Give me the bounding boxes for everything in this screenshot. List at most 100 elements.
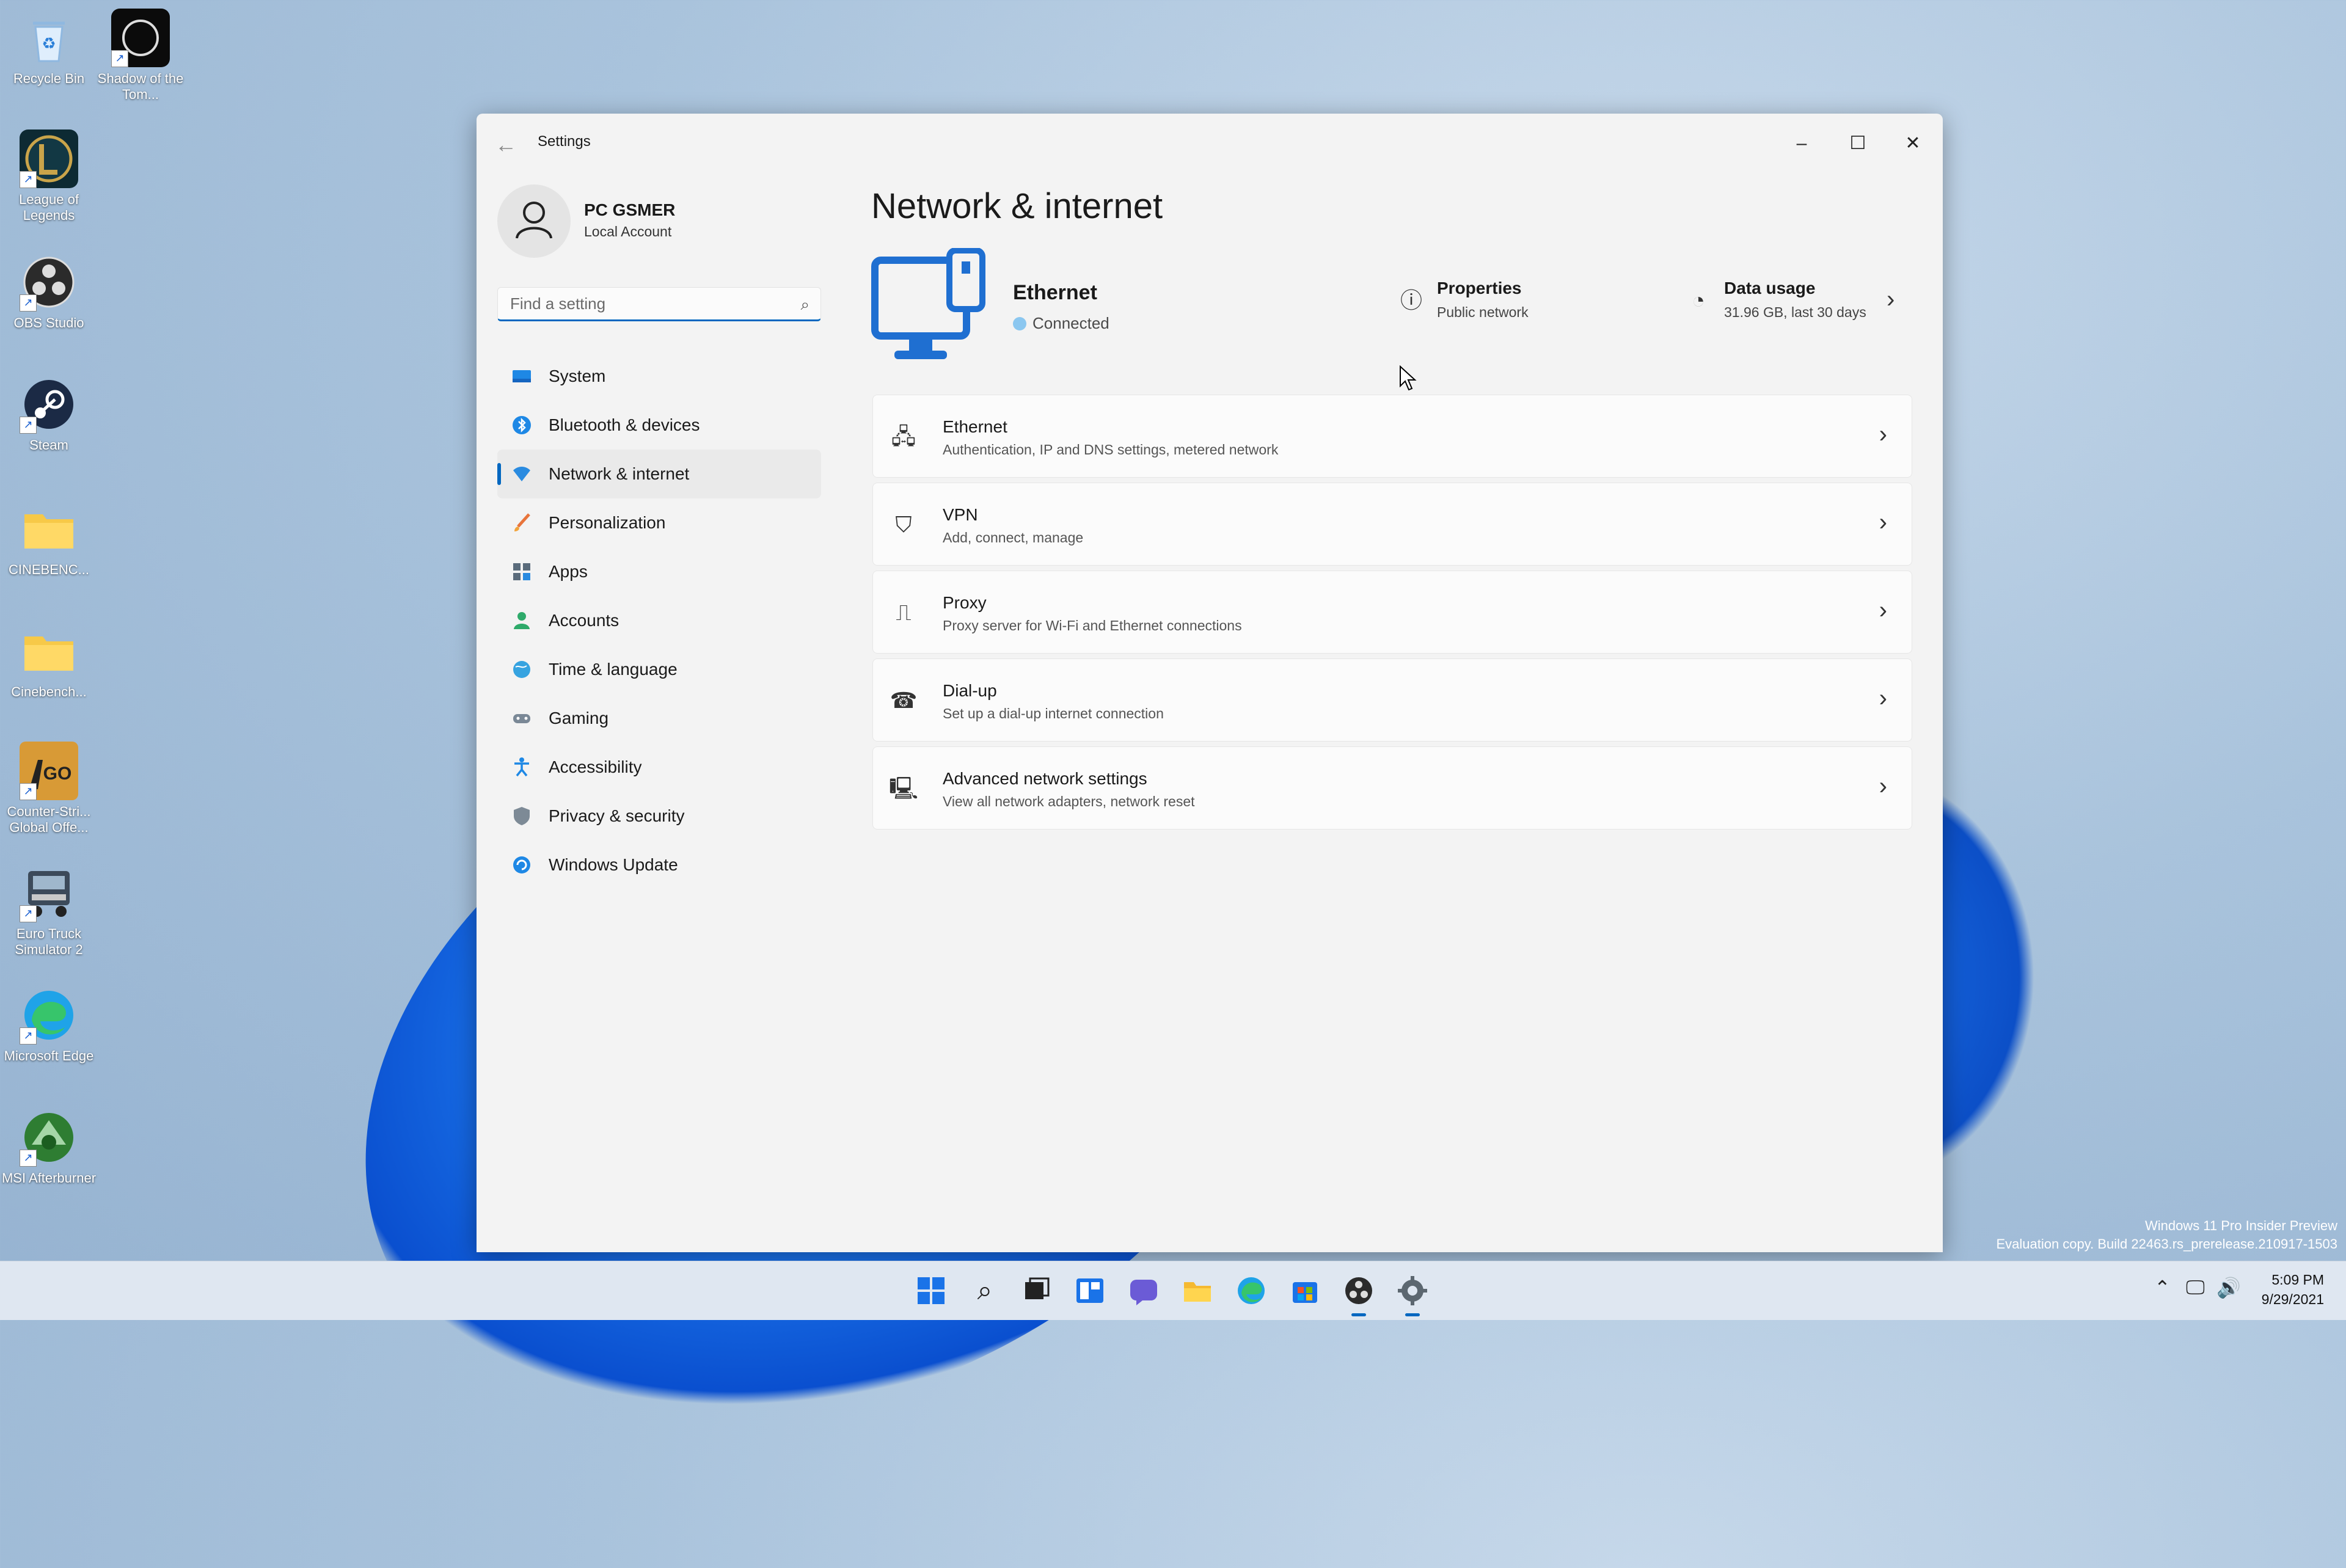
- shortcut-arrow-icon: ↗: [20, 783, 37, 800]
- card-advanced-network[interactable]: 🖳 Advanced network settings View all net…: [872, 746, 1912, 830]
- file-explorer-icon[interactable]: [1180, 1274, 1215, 1308]
- sidebar-item-privacy[interactable]: Privacy & security: [497, 792, 821, 841]
- folder-icon: [20, 622, 78, 680]
- chevron-right-icon: ›: [1887, 286, 1895, 313]
- desktop-icon-edge[interactable]: ↗ Microsoft Edge: [0, 986, 98, 1064]
- teams-chat-icon[interactable]: [1127, 1274, 1161, 1308]
- chevron-right-icon: ›: [1879, 685, 1887, 712]
- desktop-icon-label: Steam: [29, 437, 68, 453]
- task-view-icon[interactable]: [1019, 1274, 1053, 1308]
- desktop-icon-label: League of Legends: [19, 192, 79, 223]
- sidebar-item-label: Apps: [549, 562, 588, 581]
- obs-studio-icon[interactable]: [1342, 1274, 1376, 1316]
- desktop-icon-label: MSI Afterburner: [1, 1170, 97, 1186]
- data-usage-subtitle: 31.96 GB, last 30 days: [1724, 304, 1866, 320]
- ethernet-icon: 🖧: [891, 424, 916, 449]
- desktop-icon-label: Cinebench...: [11, 684, 87, 699]
- avatar[interactable]: [497, 184, 571, 258]
- card-dial-up[interactable]: ☎ Dial-up Set up a dial-up internet conn…: [872, 658, 1912, 742]
- search-input[interactable]: [509, 294, 780, 314]
- maximize-button[interactable]: ☐: [1830, 122, 1885, 165]
- back-arrow-icon[interactable]: ←: [495, 132, 517, 158]
- steam-icon: ↗: [20, 375, 78, 434]
- card-vpn[interactable]: ⛉ VPN Add, connect, manage ›: [872, 483, 1912, 566]
- desktop-icon-shadow-tomb-raider[interactable]: ↗ Shadow of the Tom...: [92, 9, 189, 103]
- data-usage-link[interactable]: ◔ Data usage 31.96 GB, last 30 days ›: [1685, 279, 1911, 327]
- desktop-icon-euro-truck[interactable]: ↗ Euro Truck Simulator 2: [0, 864, 98, 958]
- desktop-icon-obs[interactable]: ↗ OBS Studio: [0, 253, 98, 331]
- sidebar-item-network[interactable]: Network & internet: [497, 450, 821, 498]
- taskbar: ⌕ ⌃ 🖵 🔊 5:09 PM 9/29/2021: [0, 1261, 2346, 1320]
- profile-subtitle: Local Account: [584, 224, 672, 239]
- data-usage-title: Data usage: [1724, 279, 1816, 297]
- app-title: Settings: [538, 133, 591, 150]
- search-box[interactable]: ⌕: [497, 287, 821, 321]
- sidebar-item-time-language[interactable]: Time & language: [497, 645, 821, 694]
- desktop-icon-cinebench-folder[interactable]: CINEBENC...: [0, 500, 98, 578]
- connection-status: Connected: [1013, 314, 1109, 333]
- shortcut-arrow-icon: ↗: [20, 1027, 37, 1045]
- sidebar-item-system[interactable]: System: [497, 352, 821, 401]
- volume-icon[interactable]: 🔊: [2216, 1276, 2241, 1299]
- folder-icon: [20, 500, 78, 558]
- svg-text:♻: ♻: [42, 34, 56, 53]
- desktop-icon-msi-afterburner[interactable]: ↗ MSI Afterburner: [0, 1108, 98, 1186]
- desktop-icon-recycle-bin[interactable]: ♻ Recycle Bin: [0, 9, 98, 87]
- store-icon[interactable]: [1288, 1274, 1322, 1308]
- accounts-icon: [511, 610, 533, 632]
- league-of-legends-icon: ↗: [20, 129, 78, 188]
- shortcut-arrow-icon: ↗: [20, 171, 37, 188]
- chevron-right-icon: ›: [1879, 773, 1887, 800]
- search-icon[interactable]: ⌕: [800, 295, 809, 315]
- card-ethernet[interactable]: 🖧 Ethernet Authentication, IP and DNS se…: [872, 395, 1912, 478]
- search-icon[interactable]: ⌕: [968, 1274, 1002, 1308]
- desktop-icon-steam[interactable]: ↗ Steam: [0, 375, 98, 453]
- msi-afterburner-icon: ↗: [20, 1108, 78, 1167]
- desktop-icon-csgo[interactable]: GO ↗ Counter-Stri... Global Offe...: [0, 742, 98, 836]
- settings-window: ← Settings – ☐ ✕ PC GSMER Local Account …: [477, 114, 1943, 1252]
- sidebar-item-apps[interactable]: Apps: [497, 547, 821, 596]
- sidebar-item-accounts[interactable]: Accounts: [497, 596, 821, 645]
- update-icon: [511, 854, 533, 876]
- sidebar-item-personalization[interactable]: Personalization: [497, 498, 821, 547]
- sidebar-item-accessibility[interactable]: Accessibility: [497, 743, 821, 792]
- chevron-up-icon[interactable]: ⌃: [2154, 1276, 2171, 1299]
- sidebar-nav: System Bluetooth & devices Network & int…: [497, 352, 821, 889]
- card-subtitle: Proxy server for Wi-Fi and Ethernet conn…: [943, 618, 1242, 633]
- system-icon: [511, 365, 533, 387]
- desktop-icon-label: OBS Studio: [13, 315, 84, 330]
- globe-icon: [511, 658, 533, 680]
- obs-studio-icon: ↗: [20, 253, 78, 312]
- title-bar[interactable]: ← Settings – ☐ ✕: [477, 114, 1943, 172]
- desktop-icon-label: Microsoft Edge: [4, 1048, 94, 1063]
- start-windows-icon[interactable]: [914, 1274, 948, 1308]
- vpn-shield-icon: ⛉: [895, 512, 912, 537]
- edge-icon: ↗: [20, 986, 78, 1045]
- network-icon: [511, 463, 533, 485]
- card-subtitle: Set up a dial-up internet connection: [943, 706, 1164, 721]
- sidebar-item-bluetooth[interactable]: Bluetooth & devices: [497, 401, 821, 450]
- user-icon: [516, 202, 552, 239]
- sidebar-item-label: System: [549, 366, 606, 385]
- close-button[interactable]: ✕: [1885, 122, 1940, 165]
- shortcut-arrow-icon: ↗: [20, 1150, 37, 1167]
- widgets-icon[interactable]: [1073, 1274, 1107, 1308]
- desktop-icon-cinebench-folder-2[interactable]: Cinebench...: [0, 622, 98, 700]
- sidebar-item-windows-update[interactable]: Windows Update: [497, 841, 821, 889]
- card-proxy[interactable]: ⎍ Proxy Proxy server for Wi-Fi and Ether…: [872, 571, 1912, 654]
- properties-link[interactable]: ⓘ Properties Public network: [1398, 279, 1593, 327]
- edge-icon[interactable]: [1234, 1274, 1268, 1308]
- sidebar-item-label: Accessibility: [549, 757, 642, 776]
- sidebar-item-label: Gaming: [549, 709, 609, 727]
- minimize-button[interactable]: –: [1774, 122, 1829, 165]
- desktop-icon-label: Shadow of the Tom...: [97, 71, 184, 102]
- desktop-icon-league[interactable]: ↗ League of Legends: [0, 129, 98, 224]
- card-subtitle: Authentication, IP and DNS settings, met…: [943, 442, 1279, 458]
- settings-gear-icon[interactable]: [1395, 1274, 1430, 1316]
- connection-status-label: Connected: [1032, 314, 1109, 332]
- sidebar-item-gaming[interactable]: Gaming: [497, 694, 821, 743]
- watermark-line-1: Windows 11 Pro Insider Preview: [2144, 1218, 2337, 1233]
- network-tray-icon[interactable]: 🖵: [2186, 1276, 2205, 1299]
- watermark-line-2: Evaluation copy. Build 22463.rs_prerelea…: [1996, 1236, 2337, 1252]
- clock[interactable]: 5:09 PM 9/29/2021: [2262, 1270, 2324, 1309]
